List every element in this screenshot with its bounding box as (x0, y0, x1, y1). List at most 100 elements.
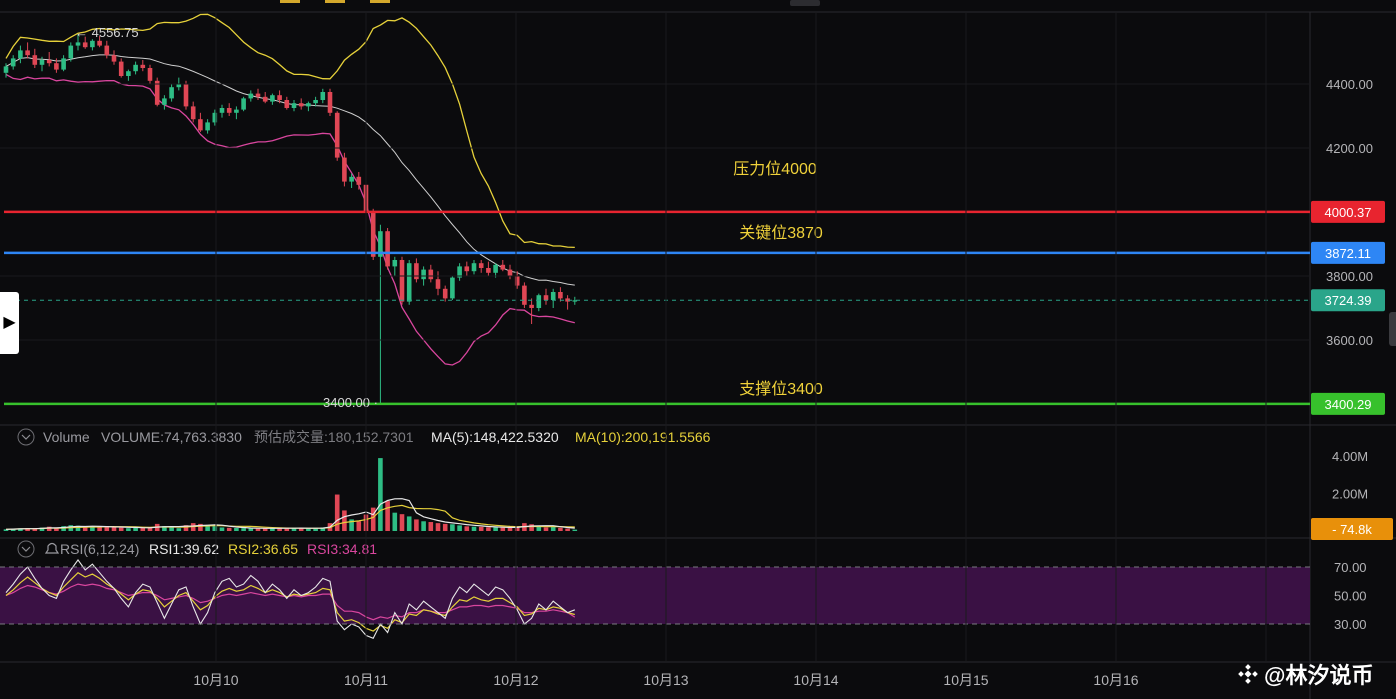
candle-body (421, 269, 426, 280)
candle-body (298, 103, 304, 107)
candle-body (392, 260, 398, 267)
candle-body (536, 295, 542, 308)
candle-body (54, 63, 59, 70)
candle-body (406, 263, 412, 302)
low-price-label: 3400.00 · (323, 395, 378, 410)
rsi-legend-rsi1: RSI1:39.62 (149, 541, 219, 557)
support-annotation: 支撑位3400 (739, 380, 823, 398)
candle-body (529, 304, 534, 308)
candle-body (10, 58, 16, 67)
volume-panel[interactable] (3, 458, 578, 531)
price-axis-tick: 3600.00 (1326, 333, 1373, 348)
candle-body (356, 176, 362, 185)
candle-body (262, 96, 268, 102)
side-panel-toggle-button[interactable]: ▶ (0, 292, 19, 354)
volume-axis-tick: 4.00M (1332, 449, 1368, 464)
candle-body (32, 55, 38, 65)
candle-body (82, 42, 88, 48)
volume-bar (356, 521, 362, 531)
collapse-rsi-icon (17, 540, 35, 558)
candle-body (435, 279, 441, 289)
volume-bar (140, 528, 146, 531)
volume-legend-predicted: 预估成交量:180,152.7301 (254, 429, 414, 445)
candle-body (306, 103, 311, 107)
rsi-legend-rsi3: RSI3:34.81 (307, 541, 377, 557)
candle-body (255, 93, 261, 97)
candle-body (327, 92, 333, 113)
candle-body (414, 263, 419, 280)
volume-bar (572, 529, 578, 531)
volume-bar (421, 521, 426, 531)
volume-bar (450, 524, 455, 531)
candle-body (370, 212, 376, 257)
volume-bar (385, 501, 390, 531)
candle-body (270, 95, 275, 102)
candle-body (277, 95, 282, 100)
rsi-axis-tick: 30.00 (1334, 617, 1367, 632)
price-panel[interactable] (3, 13, 578, 404)
volume-legend-title: Volume (43, 429, 90, 445)
rsi-axis-tick: 70.00 (1334, 560, 1367, 575)
volume-axis-tick: 2.00M (1332, 487, 1368, 502)
bell-icon (44, 542, 60, 554)
volume-bar (370, 507, 376, 531)
candle-body (3, 66, 9, 73)
volume-bar (500, 527, 506, 531)
volume-bar (464, 526, 470, 531)
volume-bar (529, 524, 534, 531)
candle-body (349, 176, 354, 182)
candle-body (25, 50, 30, 56)
candle-body (205, 122, 210, 131)
volume-bar (255, 528, 261, 531)
candle-body (169, 87, 174, 99)
trading-chart[interactable]: 4000.37 3872.11 3724.39 3400.29 ← 4556.75 340… (0, 0, 1396, 699)
level-label-key: 3872.11 (1325, 246, 1371, 261)
right-panel-handle[interactable] (1389, 312, 1396, 346)
volume-legend-ma10: MA(10):200,191.5566 (575, 429, 711, 445)
candle-body (219, 108, 225, 113)
candle-body (241, 98, 246, 110)
watermark-text: @林汐说币 (1264, 663, 1374, 688)
level-label-current: 3724.39 (1325, 293, 1372, 308)
rsi-panel[interactable] (0, 558, 1310, 639)
level-label-support: 3400.29 (1325, 397, 1372, 412)
volume-bar (306, 528, 311, 531)
candle-body (320, 92, 326, 100)
candle-body (46, 60, 52, 64)
candle-body (147, 68, 153, 81)
candle-body (118, 61, 124, 76)
candle-body (342, 157, 347, 182)
volume-legend-value: VOLUME:74,763.3830 (101, 429, 242, 445)
volume-bar (457, 525, 462, 531)
candle-body (140, 64, 146, 68)
bollinger-mid-line (5, 54, 575, 286)
volume-overlay: - 74.8k Volume VOLUME:74,763.3830 预估成交量:180… (17, 428, 1393, 540)
high-price-label: ← 4556.75 (75, 25, 139, 40)
level-label-resistance: 4000.37 (1325, 205, 1372, 220)
candle-body (190, 106, 196, 120)
candle-body (284, 100, 290, 108)
candle-body (507, 269, 513, 276)
binance-logo-icon (1238, 664, 1258, 684)
x-axis-tick: 10月13 (643, 672, 688, 688)
volume-bar (126, 528, 131, 531)
candle-body (399, 260, 405, 302)
candle-body (75, 42, 81, 46)
candle-body (334, 112, 340, 158)
x-axis-tick: 10月11 (344, 672, 388, 688)
candle-body (234, 109, 239, 113)
x-axis-tick: 10月12 (493, 672, 538, 688)
watermark: @林汐说币 (1238, 658, 1373, 690)
volume-bar (471, 526, 477, 531)
volume-bar (399, 514, 405, 531)
volume-bar (565, 528, 570, 531)
candle-body (522, 285, 527, 305)
price-overlay: 4000.37 3872.11 3724.39 3400.29 ← 4556.75 340… (0, 25, 1385, 415)
volume-bar (543, 527, 549, 531)
volume-bar (97, 527, 102, 531)
toolbar-remnant (280, 0, 820, 6)
candle-body (126, 71, 131, 76)
volume-bar (428, 522, 434, 531)
collapse-volume-icon (17, 428, 35, 446)
candle-body (183, 84, 189, 107)
